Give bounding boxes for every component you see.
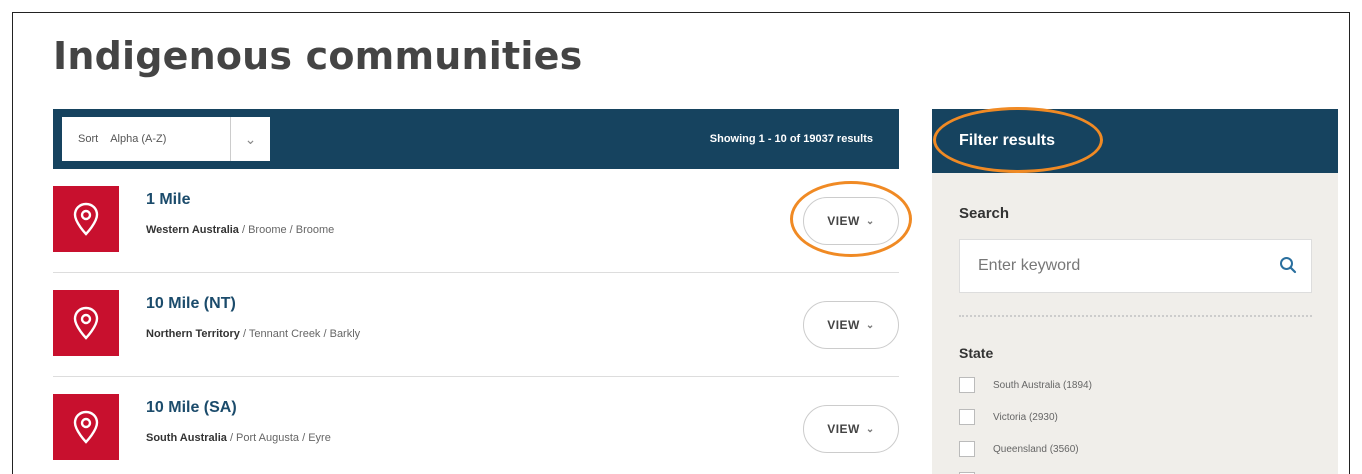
community-state: South Australia [146, 432, 227, 444]
results-toolbar: Sort Alpha (A-Z) ⌄ Showing 1 - 10 of 190… [53, 109, 899, 169]
filter-panel: Search State South Australia (1894) Vict… [932, 173, 1338, 474]
state-option-label: South Australia (1894) [993, 379, 1092, 391]
community-location: Western Australia / Broome / Broome [146, 224, 334, 236]
view-button-label: VIEW [827, 422, 860, 436]
community-title-link[interactable]: 10 Mile (SA) [146, 399, 237, 417]
view-button[interactable]: VIEW ⌄ [803, 301, 899, 349]
sort-selected-value: Alpha (A-Z) [110, 133, 167, 145]
map-pin-icon [53, 186, 119, 252]
community-state: Western Australia [146, 224, 239, 236]
state-checkbox-row[interactable]: Victoria (2930) [959, 409, 1058, 425]
community-location: Northern Territory / Tennant Creek / Bar… [146, 328, 360, 340]
checkbox[interactable] [959, 377, 975, 393]
search-input[interactable] [960, 240, 1250, 292]
community-region: / Tennant Creek / Barkly [239, 328, 361, 340]
annotation-ellipse [790, 181, 912, 257]
chevron-down-icon: ⌄ [865, 423, 875, 435]
state-option-label: Victoria (2930) [993, 411, 1058, 423]
community-state: Northern Territory [146, 328, 240, 340]
state-filter-label: State [959, 345, 994, 361]
community-location: South Australia / Port Augusta / Eyre [146, 432, 331, 444]
map-pin-icon [53, 290, 119, 356]
search-field [959, 239, 1312, 293]
community-title-link[interactable]: 1 Mile [146, 191, 190, 209]
view-button-label: VIEW [827, 318, 860, 332]
checkbox[interactable] [959, 409, 975, 425]
community-region: / Broome / Broome [238, 224, 335, 236]
state-option-label: Queensland (3560) [993, 443, 1079, 455]
sort-dropdown[interactable]: Sort Alpha (A-Z) ⌄ [62, 117, 270, 161]
chevron-down-icon[interactable]: ⌄ [230, 117, 270, 161]
state-checkbox-row[interactable]: Queensland (3560) [959, 441, 1079, 457]
divider [959, 315, 1312, 317]
list-item: 10 Mile (NT) Northern Territory / Tennan… [53, 273, 899, 377]
page-title: Indigenous communities [53, 34, 583, 78]
community-title-link[interactable]: 10 Mile (NT) [146, 295, 236, 313]
list-item: 1 Mile Western Australia / Broome / Broo… [53, 169, 899, 273]
results-count: Showing 1 - 10 of 19037 results [709, 133, 873, 145]
map-pin-icon [53, 394, 119, 460]
search-label: Search [959, 205, 1010, 222]
search-icon[interactable] [1279, 256, 1297, 279]
community-region: / Port Augusta / Eyre [226, 432, 331, 444]
annotation-ellipse [933, 107, 1103, 173]
sort-label: Sort [78, 133, 99, 145]
chevron-down-icon: ⌄ [865, 319, 875, 331]
list-item: 10 Mile (SA) South Australia / Port Augu… [53, 377, 899, 474]
state-checkbox-row[interactable]: South Australia (1894) [959, 377, 1092, 393]
checkbox[interactable] [959, 441, 975, 457]
view-button[interactable]: VIEW ⌄ [803, 405, 899, 453]
